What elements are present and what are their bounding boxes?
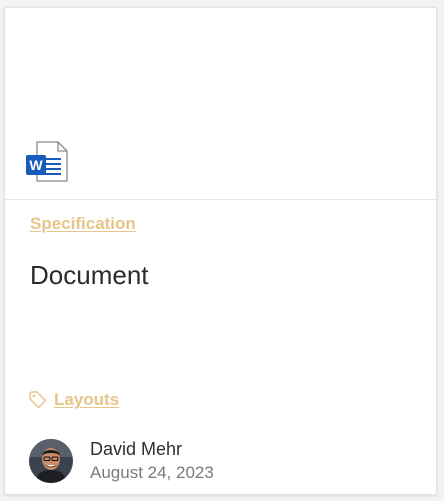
author-info: David Mehr August 24, 2023 xyxy=(90,438,214,484)
author-name: David Mehr xyxy=(90,439,183,459)
author-block: David Mehr August 24, 2023 xyxy=(29,438,214,484)
card-preview[interactable]: W xyxy=(5,8,436,200)
publish-date: August 24, 2023 xyxy=(90,463,214,482)
svg-text:W: W xyxy=(29,157,43,173)
tag-row: Layouts xyxy=(28,390,119,410)
tag-icon xyxy=(29,391,47,409)
category-link[interactable]: Specification xyxy=(30,214,136,234)
avatar xyxy=(29,439,73,483)
tag-link-layouts[interactable]: Layouts xyxy=(54,390,119,410)
document-card[interactable]: W Specification Document Layouts David M… xyxy=(4,7,437,495)
document-title: Document xyxy=(30,260,149,290)
word-document-icon: W xyxy=(26,141,68,182)
